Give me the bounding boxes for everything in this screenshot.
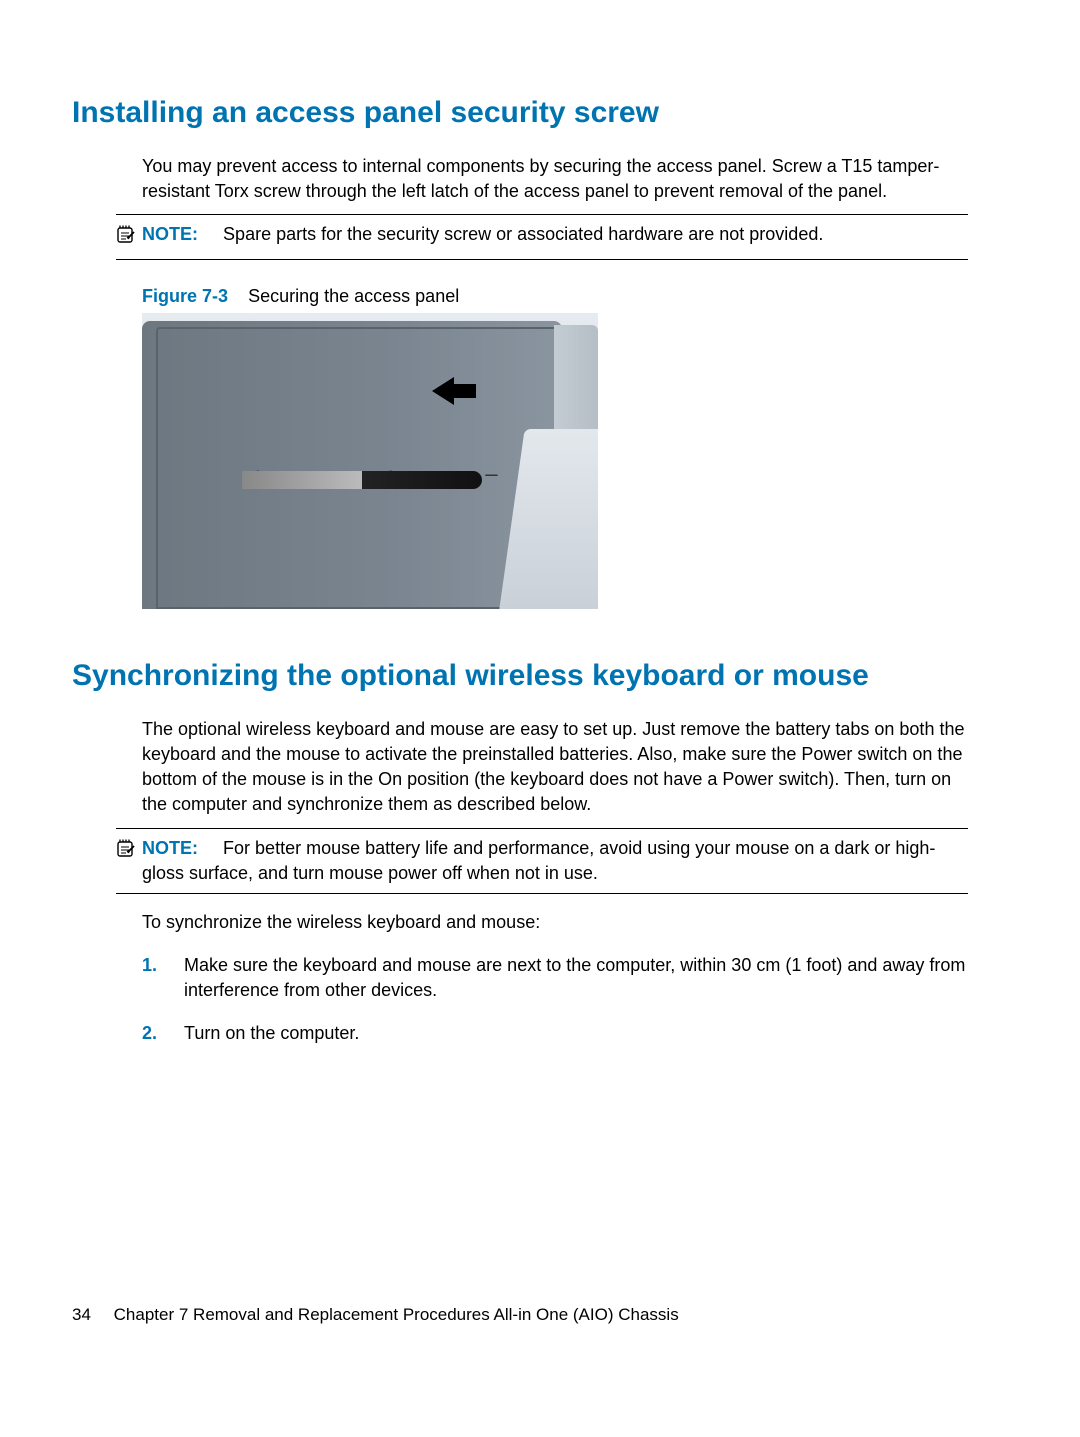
figure-7-3-image: • – – – • – – –	[142, 313, 598, 609]
note-icon	[116, 224, 136, 251]
para-sync-wireless: The optional wireless keyboard and mouse…	[142, 717, 968, 818]
figure-caption: Figure 7-3 Securing the access panel	[142, 284, 968, 309]
figure-title: Securing the access panel	[248, 286, 459, 306]
heading-install-screw: Installing an access panel security scre…	[72, 92, 968, 134]
note-content-2: NOTE: For better mouse battery life and …	[142, 836, 968, 886]
figure-number: Figure 7-3	[142, 286, 228, 306]
heading-sync-wireless: Synchronizing the optional wireless keyb…	[72, 655, 968, 697]
list-item: 2. Turn on the computer.	[142, 1021, 968, 1046]
step-text-2: Turn on the computer.	[184, 1021, 359, 1046]
note-text-2: For better mouse battery life and perfor…	[142, 838, 935, 883]
note-icon	[116, 838, 136, 865]
step-text-1: Make sure the keyboard and mouse are nex…	[184, 953, 968, 1003]
page-number: 34	[72, 1305, 91, 1324]
note-box-1: NOTE: Spare parts for the security screw…	[116, 214, 968, 259]
step-number-2: 2.	[142, 1021, 162, 1046]
note-content-1: NOTE: Spare parts for the security screw…	[142, 222, 823, 247]
steps-list: 1. Make sure the keyboard and mouse are …	[142, 953, 968, 1047]
chapter-title: Chapter 7 Removal and Replacement Proced…	[114, 1305, 679, 1324]
note-box-2: NOTE: For better mouse battery life and …	[116, 828, 968, 894]
note-label-1: NOTE:	[142, 224, 198, 244]
note-text-1: Spare parts for the security screw or as…	[223, 224, 823, 244]
step-number-1: 1.	[142, 953, 162, 1003]
page-footer: 34 Chapter 7 Removal and Replacement Pro…	[72, 1303, 679, 1327]
para-install-screw: You may prevent access to internal compo…	[142, 154, 968, 204]
list-item: 1. Make sure the keyboard and mouse are …	[142, 953, 968, 1003]
sync-intro: To synchronize the wireless keyboard and…	[142, 910, 968, 935]
note-label-2: NOTE:	[142, 838, 198, 858]
